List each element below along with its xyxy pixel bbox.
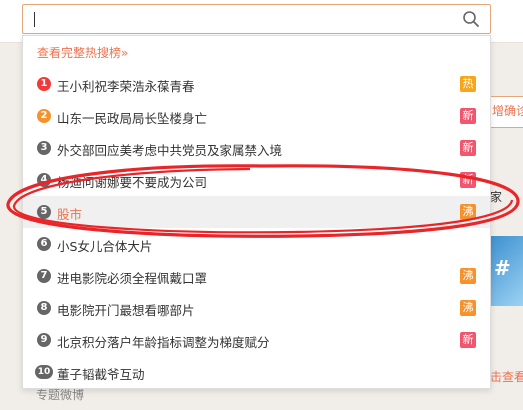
- hot-search-text: 董子韬截爷互动: [57, 367, 145, 382]
- hot-search-text: 电影院开门最想看哪部片: [57, 303, 195, 318]
- hot-search-item[interactable]: 1 王小利祝李荣浩永葆青春 热: [23, 68, 490, 100]
- bg-card-text: 增确诊: [492, 104, 523, 118]
- rank-badge: 7: [37, 269, 51, 283]
- boil-tag: 沸: [460, 268, 476, 284]
- hot-search-text: 股市: [57, 207, 83, 222]
- rank-badge: 10: [35, 365, 53, 379]
- boil-tag: 沸: [460, 300, 476, 316]
- hot-search-item[interactable]: 6 小S女儿合体大片: [23, 228, 490, 260]
- rank-badge: 8: [37, 301, 51, 315]
- hot-search-text: 外交部回应美考虑中共党员及家属禁入境: [57, 143, 283, 158]
- bg-image[interactable]: #: [488, 236, 523, 306]
- hot-search-item[interactable]: 3 外交部回应美考虑中共党员及家属禁入境 新: [23, 132, 490, 164]
- boil-tag: 沸: [460, 204, 476, 220]
- hot-search-list: 1 王小利祝李荣浩永葆青春热 2 山东一民政局局长坠楼身亡新 3 外交部回应美考虑中共党员…: [23, 68, 490, 388]
- rank-badge: 9: [37, 333, 51, 347]
- hot-search-item[interactable]: 5 股市 沸: [23, 196, 490, 228]
- hot-search-text: 王小利祝李荣浩永葆青春: [57, 79, 195, 94]
- hot-search-text: 山东一民政局局长坠楼身亡: [57, 111, 208, 126]
- bg-link[interactable]: 击查看: [490, 368, 523, 385]
- hot-search-item[interactable]: 4 杨迪问谢娜要不要成为公司 新: [23, 164, 490, 196]
- hot-search-text: 进电影院必须全程佩戴口罩: [57, 271, 208, 286]
- hot-search-item[interactable]: 7 进电影院必须全程佩戴口罩 沸: [23, 260, 490, 292]
- hot-search-item[interactable]: 9 北京积分落户年龄指标调整为梯度赋分 新: [23, 324, 490, 356]
- new-tag: 新: [460, 108, 476, 124]
- hot-search-item[interactable]: 10 董子韬截爷互动: [23, 356, 490, 388]
- rank-badge: 4: [37, 173, 51, 187]
- full-hot-list-link[interactable]: 查看完整热搜榜»: [37, 44, 128, 61]
- hot-search-dropdown: 查看完整热搜榜» 1 王小利祝李荣浩永葆青春热 2 山东一民政局局长坠楼身亡新 3 外交部…: [22, 35, 491, 389]
- hot-search-item[interactable]: 8 电影院开门最想看哪部片 沸: [23, 292, 490, 324]
- hot-tag: 热: [460, 76, 476, 92]
- hot-search-text: 北京积分落户年龄指标调整为梯度赋分: [57, 335, 270, 350]
- new-tag: 新: [460, 332, 476, 348]
- bg-text: 家: [490, 190, 503, 204]
- rank-badge: 1: [37, 77, 51, 91]
- hot-search-text: 杨迪问谢娜要不要成为公司: [57, 175, 208, 190]
- new-tag: 新: [460, 172, 476, 188]
- new-tag: 新: [460, 140, 476, 156]
- bg-card[interactable]: 增确诊: [488, 96, 523, 128]
- bg-image-text: #: [494, 256, 511, 280]
- rank-badge: 3: [37, 141, 51, 155]
- rank-badge: 5: [37, 205, 51, 219]
- rank-badge: 2: [37, 109, 51, 123]
- hot-search-item[interactable]: 2 山东一民政局局长坠楼身亡 新: [23, 100, 490, 132]
- search-box[interactable]: [22, 4, 491, 34]
- hot-search-text: 小S女儿合体大片: [57, 239, 153, 254]
- rank-badge: 6: [37, 237, 51, 251]
- search-icon[interactable]: [462, 10, 480, 28]
- text-caret: [34, 12, 35, 27]
